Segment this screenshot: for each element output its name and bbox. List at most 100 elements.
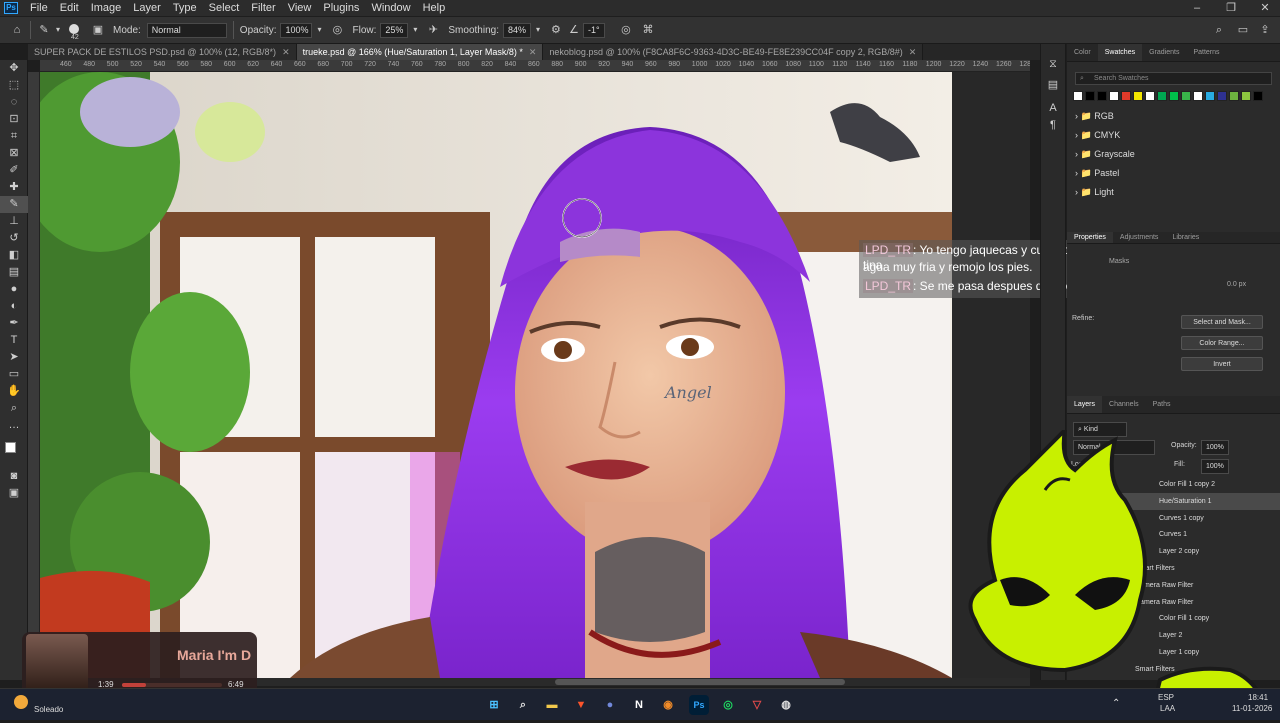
home-icon[interactable]: ⌂	[10, 23, 24, 37]
smoothing-chevron-icon[interactable]: ▾	[531, 23, 545, 37]
history-brush-tool-icon[interactable]: ↺	[0, 230, 28, 247]
quick-mask-icon[interactable]: ◙	[0, 468, 28, 485]
swatch[interactable]	[1181, 91, 1191, 101]
tab-trueke[interactable]: trueke.psd @ 166% (Hue/Saturation 1, Lay…	[296, 44, 544, 60]
tab-super-pack[interactable]: SUPER PACK DE ESTILOS PSD.psd @ 100% (12…	[28, 44, 297, 60]
swatch[interactable]	[1121, 91, 1131, 101]
workspace-icon[interactable]: ▭	[1236, 23, 1250, 37]
notion-icon[interactable]: N	[629, 695, 649, 715]
lang-code[interactable]: ESP	[1158, 693, 1174, 702]
menu-type[interactable]: Type	[167, 0, 203, 16]
invert-button[interactable]: Invert	[1181, 357, 1263, 371]
weather-sun-icon[interactable]	[14, 695, 28, 709]
character-icon[interactable]: A	[1041, 100, 1065, 117]
paragraph-icon[interactable]: ¶	[1041, 117, 1065, 134]
swatch[interactable]	[1205, 91, 1215, 101]
start-icon[interactable]: ⊞	[484, 695, 504, 715]
swatch[interactable]	[1169, 91, 1179, 101]
tab-properties[interactable]: Properties	[1067, 232, 1113, 243]
tab-channels[interactable]: Channels	[1102, 396, 1146, 413]
screen-mode-icon[interactable]: ▣	[0, 485, 28, 502]
tab-nekoblog[interactable]: nekoblog.psd @ 100% (F8CA8F6C-9363-4D3C-…	[543, 44, 924, 60]
shape-tool-icon[interactable]: ▭	[0, 366, 28, 383]
angle-icon[interactable]: ∠	[567, 23, 581, 37]
close-tab-icon[interactable]: ✕	[909, 47, 917, 57]
marquee-tool-icon[interactable]: ⬚	[0, 77, 28, 94]
swatch[interactable]	[1073, 91, 1083, 101]
feather-value[interactable]: 0.0 px	[1227, 281, 1246, 288]
flow-input[interactable]: 25%	[380, 22, 409, 38]
eyedropper-tool-icon[interactable]: ✐	[0, 162, 28, 179]
menu-layer[interactable]: Layer	[127, 0, 167, 16]
progress-bar[interactable]	[122, 683, 222, 687]
mode-select[interactable]: Normal	[146, 22, 227, 38]
tab-patterns[interactable]: Patterns	[1186, 44, 1226, 61]
swatch[interactable]	[1253, 91, 1263, 101]
tab-adjustments[interactable]: Adjustments	[1113, 232, 1166, 243]
menu-view[interactable]: View	[282, 0, 318, 16]
photoshop-taskbar-icon[interactable]: Ps	[689, 695, 709, 715]
brush-tool-icon[interactable]: ✎	[37, 23, 51, 37]
pen-tool-icon[interactable]: ✒	[0, 315, 28, 332]
menu-filter[interactable]: Filter	[245, 0, 281, 16]
swatch[interactable]	[1229, 91, 1239, 101]
swatches-search[interactable]: ⌕ Search Swatches	[1075, 72, 1272, 85]
symmetry-icon[interactable]: ⌘	[641, 23, 655, 37]
zoom-tool-icon[interactable]: ⌕	[0, 400, 28, 417]
swatch[interactable]	[1217, 91, 1227, 101]
tab-swatches[interactable]: Swatches	[1097, 44, 1143, 61]
blur-tool-icon[interactable]: ●	[0, 281, 28, 298]
path-select-tool-icon[interactable]: ➤	[0, 349, 28, 366]
file-explorer-icon[interactable]: ▬	[542, 695, 562, 715]
color-range-button[interactable]: Color Range...	[1181, 336, 1263, 350]
search-icon[interactable]: ⌕	[513, 695, 533, 715]
obs-icon[interactable]: ◍	[776, 695, 796, 715]
menu-image[interactable]: Image	[85, 0, 128, 16]
gradient-tool-icon[interactable]: ▤	[0, 264, 28, 281]
tab-libraries[interactable]: Libraries	[1165, 232, 1206, 243]
lang-layout[interactable]: LAA	[1160, 704, 1175, 713]
dodge-tool-icon[interactable]: ◐	[0, 298, 28, 315]
close-tab-icon[interactable]: ✕	[529, 47, 537, 57]
history-icon[interactable]: ⧖	[1041, 56, 1065, 73]
select-and-mask-button[interactable]: Select and Mask...	[1181, 315, 1263, 329]
swatch[interactable]	[1085, 91, 1095, 101]
opacity-chevron-icon[interactable]: ▾	[312, 23, 326, 37]
comments-icon[interactable]: ▤	[1041, 77, 1065, 94]
scroll-thumb[interactable]	[555, 679, 845, 685]
swatch[interactable]	[1145, 91, 1155, 101]
close-icon[interactable]: ✕	[1250, 0, 1280, 16]
tab-color[interactable]: Color	[1067, 44, 1098, 61]
folder-cmyk[interactable]: › 📁 CMYK	[1067, 126, 1280, 145]
brush-tool-icon[interactable]: ✎	[0, 196, 28, 213]
chevron-down-icon[interactable]: ▾	[51, 23, 65, 37]
airbrush-icon[interactable]: ✈	[426, 23, 440, 37]
move-tool-icon[interactable]: ✥	[0, 60, 28, 77]
crop-tool-icon[interactable]: ⌗	[0, 128, 28, 145]
folder-pastel[interactable]: › 📁 Pastel	[1067, 164, 1280, 183]
opacity-input[interactable]: 100%	[280, 22, 313, 38]
blender-icon[interactable]: ◉	[658, 695, 678, 715]
brush-preset-picker[interactable]: 42	[65, 23, 83, 41]
swatch[interactable]	[1157, 91, 1167, 101]
pressure-opacity-icon[interactable]: ◎	[330, 23, 344, 37]
minimize-icon[interactable]: –	[1182, 0, 1212, 16]
menu-select[interactable]: Select	[203, 0, 246, 16]
type-tool-icon[interactable]: T	[0, 332, 28, 349]
flow-chevron-icon[interactable]: ▾	[408, 23, 422, 37]
menu-window[interactable]: Window	[365, 0, 416, 16]
color-swatches[interactable]	[0, 434, 27, 468]
menu-plugins[interactable]: Plugins	[317, 0, 365, 16]
swatch[interactable]	[1241, 91, 1251, 101]
foreground-color[interactable]	[5, 442, 16, 453]
more-tools-icon[interactable]: …	[0, 417, 28, 434]
tab-layers[interactable]: Layers	[1067, 396, 1103, 413]
menu-edit[interactable]: Edit	[54, 0, 85, 16]
frame-tool-icon[interactable]: ⊠	[0, 145, 28, 162]
layer-opacity-input[interactable]: 100%	[1201, 440, 1229, 455]
folder-light[interactable]: › 📁 Light	[1067, 183, 1280, 202]
swatch[interactable]	[1193, 91, 1203, 101]
pressure-size-icon[interactable]: ◎	[619, 23, 633, 37]
clock-time[interactable]: 18:41	[1248, 693, 1268, 702]
tab-paths[interactable]: Paths	[1146, 396, 1178, 413]
